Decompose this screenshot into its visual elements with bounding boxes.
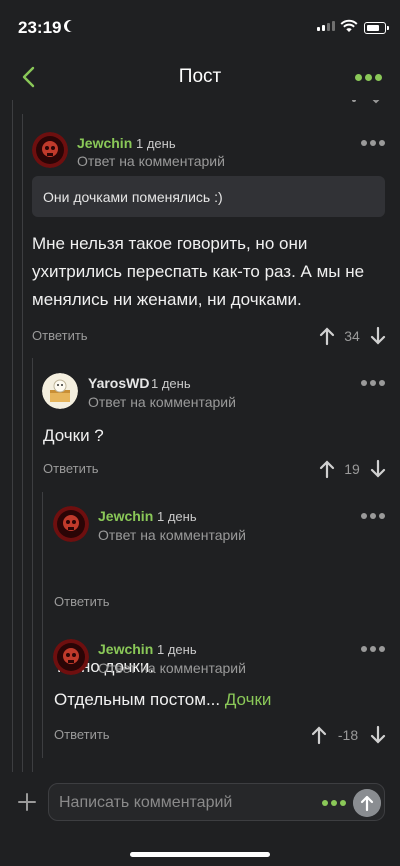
skull-avatar-icon	[53, 506, 89, 542]
status-time: 23:19	[18, 18, 62, 37]
reply-button[interactable]: Ответить	[32, 328, 88, 343]
more-dots-icon[interactable]	[361, 513, 385, 519]
post-link[interactable]: Дочки	[225, 690, 272, 709]
comment: Jewchin 1 день Ответ на комментарий Они …	[0, 100, 400, 360]
upvote-arrow-icon[interactable]	[318, 459, 336, 479]
status-bar: 23:19	[0, 0, 400, 56]
rating-value: -18	[337, 727, 359, 743]
comment-author[interactable]: Jewchin	[98, 641, 153, 657]
plus-icon[interactable]	[17, 792, 37, 812]
comment-time: 1 день	[157, 509, 197, 524]
comment-input[interactable]: Написать комментарий	[48, 783, 385, 821]
quoted-comment[interactable]: Они дочками поменялись :)	[32, 176, 385, 217]
reply-button[interactable]: Ответить	[43, 461, 99, 476]
cat-box-avatar-icon	[42, 373, 78, 409]
more-dots-icon[interactable]	[361, 380, 385, 386]
comment: Jewchin 1 день Ответ на комментарий Отде…	[0, 626, 400, 772]
comment-text: Дочки ?	[43, 426, 104, 445]
reply-to-link[interactable]: Ответ на комментарий	[98, 527, 246, 543]
comment-time: 1 день	[157, 642, 197, 657]
comment-input-placeholder: Написать комментарий	[59, 794, 233, 811]
send-arrow-icon[interactable]	[353, 789, 381, 817]
comment-text: Отдельным постом... Дочки	[54, 686, 384, 714]
upvote-arrow-icon[interactable]	[318, 326, 336, 346]
downvote-arrow-icon[interactable]	[369, 725, 387, 745]
comment-thread[interactable]: Jewchin 1 день Ответ на комментарий Они …	[0, 100, 400, 772]
wifi-icon	[340, 19, 358, 32]
comment-time: 1 день	[136, 136, 176, 151]
more-dots-icon[interactable]	[355, 74, 382, 81]
avatar[interactable]	[53, 506, 89, 542]
comment: YarosWD 1 день Ответ на комментарий Дочк…	[0, 360, 400, 493]
nav-bar: Пост	[0, 56, 400, 100]
rating-value: 19	[344, 461, 360, 477]
reply-button[interactable]: Ответить	[54, 594, 110, 609]
moon-icon	[67, 20, 79, 32]
reply-button[interactable]: Ответить	[54, 727, 110, 742]
comment-composer: Написать комментарий	[0, 772, 400, 866]
home-indicator	[130, 852, 270, 857]
comment-time: 1 день	[151, 376, 191, 391]
comment-text-body: Отдельным постом...	[54, 690, 225, 709]
more-dots-icon[interactable]	[361, 140, 385, 146]
comment-text: Мне нельзя такое говорить, но они ухитри…	[32, 234, 365, 309]
reply-to-link[interactable]: Ответ на комментарий	[77, 153, 225, 169]
reply-to-link[interactable]: Ответ на комментарий	[98, 660, 246, 676]
cellular-signal-icon	[317, 21, 335, 31]
skull-avatar-icon	[32, 132, 68, 168]
reply-to-link[interactable]: Ответ на комментарий	[88, 394, 236, 410]
comment-author[interactable]: YarosWD	[88, 375, 149, 391]
skull-avatar-icon	[53, 639, 89, 675]
upvote-arrow-icon[interactable]	[310, 725, 328, 745]
avatar[interactable]	[32, 132, 68, 168]
downvote-arrow-icon[interactable]	[369, 459, 387, 479]
rating-value: 34	[344, 328, 360, 344]
avatar[interactable]	[53, 639, 89, 675]
avatar[interactable]	[42, 373, 78, 409]
more-dots-icon[interactable]	[322, 800, 346, 806]
more-dots-icon[interactable]	[361, 646, 385, 652]
downvote-arrow-icon[interactable]	[369, 326, 387, 346]
comment-author[interactable]: Jewchin	[77, 135, 132, 151]
page-title: Пост	[178, 66, 222, 87]
comment-author[interactable]: Jewchin	[98, 508, 153, 524]
battery-icon	[364, 22, 389, 34]
